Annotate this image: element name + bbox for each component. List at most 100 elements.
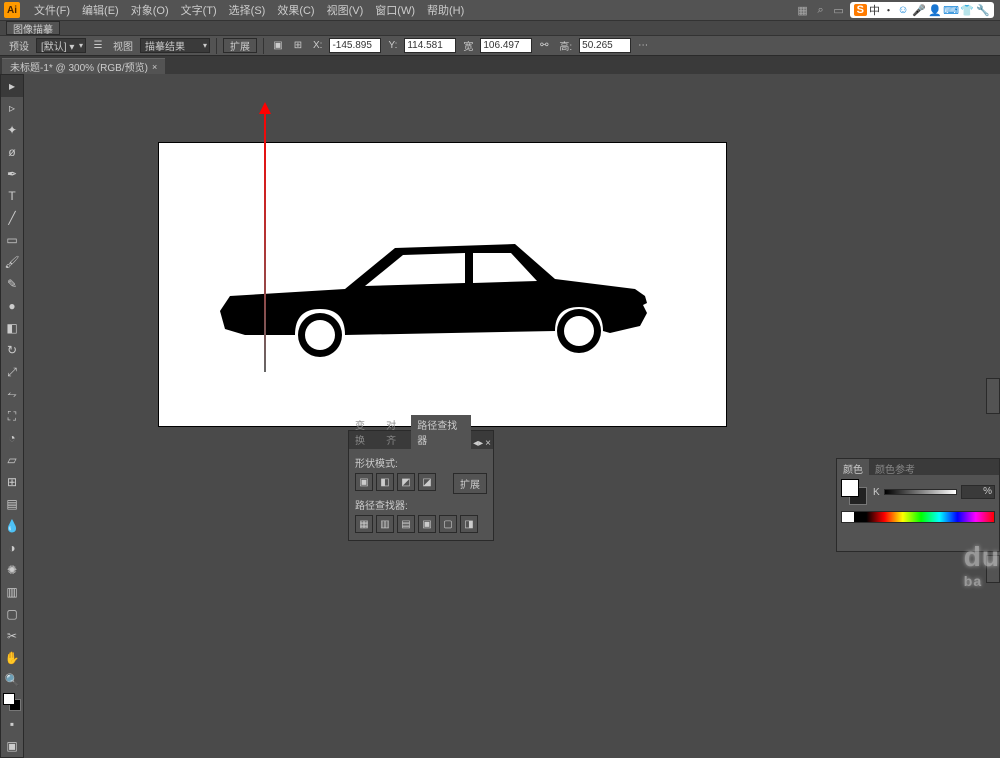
align-tab[interactable]: 对齐 — [380, 415, 411, 449]
document-tab[interactable]: 未标题-1* @ 300% (RGB/预览) × — [2, 58, 165, 74]
y-input[interactable]: 114.581 — [404, 38, 456, 53]
expand-button[interactable]: 扩展 — [223, 38, 257, 53]
image-trace-label[interactable]: 图像描摹 — [6, 21, 60, 35]
menu-effect[interactable]: 效果(C) — [271, 2, 320, 18]
blend-tool[interactable]: ◑ — [1, 537, 23, 559]
slice-tool[interactable]: ✂ — [1, 625, 23, 647]
eyedropper-tool[interactable]: 💧 — [1, 515, 23, 537]
fill-stroke-swatch[interactable] — [841, 479, 867, 505]
x-input[interactable]: -145.895 — [329, 38, 381, 53]
search-icon[interactable]: ⌕ — [814, 3, 828, 17]
artboard[interactable] — [159, 143, 726, 426]
close-icon[interactable]: × — [152, 62, 157, 72]
minus-back-icon[interactable]: ◨ — [460, 515, 478, 533]
menu-type[interactable]: 文字(T) — [175, 2, 223, 18]
ime-mode-label: 中 ‧ — [867, 2, 896, 18]
color-tab[interactable]: 颜色 — [837, 459, 869, 475]
artboard-tool[interactable]: ▢ — [1, 603, 23, 625]
blob-brush-tool[interactable]: ● — [1, 295, 23, 317]
layout-icon[interactable]: ▦ — [796, 3, 810, 17]
w-input[interactable]: 106.497 — [480, 38, 532, 53]
perspective-tool[interactable]: ▱ — [1, 449, 23, 471]
outline-icon[interactable]: ▢ — [439, 515, 457, 533]
line-tool[interactable]: ╱ — [1, 207, 23, 229]
menu-view[interactable]: 视图(V) — [321, 2, 370, 18]
paintbrush-tool[interactable]: 🖌 — [1, 251, 23, 273]
collapsed-palette-1[interactable] — [986, 378, 1000, 414]
scale-tool[interactable]: ⤢ — [1, 361, 23, 383]
ime-smile-icon[interactable]: ☺ — [896, 3, 910, 17]
menu-object[interactable]: 对象(O) — [125, 2, 175, 18]
menu-window[interactable]: 窗口(W) — [369, 2, 421, 18]
merge-icon[interactable]: ▤ — [397, 515, 415, 533]
fill-stroke-swatch[interactable] — [3, 693, 21, 711]
menu-select[interactable]: 选择(S) — [223, 2, 272, 18]
collapsed-palette-2[interactable] — [986, 555, 1000, 583]
shape-builder-tool[interactable]: ◔ — [1, 427, 23, 449]
lasso-tool[interactable]: ø — [1, 141, 23, 163]
transform-tab[interactable]: 变换 — [349, 415, 380, 449]
mesh-tool[interactable]: ⊞ — [1, 471, 23, 493]
trim-icon[interactable]: ▥ — [376, 515, 394, 533]
k-value-input[interactable]: % — [961, 485, 995, 499]
magic-wand-tool[interactable]: ✦ — [1, 119, 23, 141]
panel-collapse-icon[interactable]: ◂▸ — [473, 438, 483, 449]
color-mode-tool[interactable]: ▪ — [1, 713, 23, 735]
type-tool[interactable]: T — [1, 185, 23, 207]
zoom-tool[interactable]: 🔍 — [1, 669, 23, 691]
shape-modes-label: 形状模式: — [355, 455, 487, 470]
width-tool[interactable]: ⥊ — [1, 383, 23, 405]
pathfinder-panel[interactable]: 变换 对齐 路径查找器 ◂▸ × 形状模式: ▣ ◧ ◩ ◪ 扩展 路径查找器:… — [348, 430, 494, 541]
wh-icon[interactable]: 宽 — [460, 38, 476, 54]
ime-tool-icon[interactable]: 🔧 — [976, 3, 990, 17]
ime-user-icon[interactable]: 👤 — [928, 3, 942, 17]
unite-icon[interactable]: ▣ — [355, 473, 373, 491]
ime-keyboard-icon[interactable]: ⌨ — [944, 3, 958, 17]
exclude-icon[interactable]: ◪ — [418, 473, 436, 491]
symbol-sprayer-tool[interactable]: ✺ — [1, 559, 23, 581]
preset-dropdown[interactable]: [默认] ▾ — [36, 38, 86, 53]
selection-tool[interactable]: ▸ — [1, 75, 23, 97]
expand-shape-button[interactable]: 扩展 — [453, 473, 487, 494]
x-label: X: — [310, 40, 325, 51]
divide-icon[interactable]: ▦ — [355, 515, 373, 533]
screen-mode-tool[interactable]: ▣ — [1, 735, 23, 757]
pencil-tool[interactable]: ✎ — [1, 273, 23, 295]
menu-help[interactable]: 帮助(H) — [421, 2, 470, 18]
ime-mic-icon[interactable]: 🎤 — [912, 3, 926, 17]
pathfinder-tab[interactable]: 路径查找器 — [411, 415, 471, 449]
spectrum-strip[interactable] — [841, 511, 995, 523]
menu-file[interactable]: 文件(F) — [28, 2, 76, 18]
transform-icon[interactable]: ⊞ — [290, 38, 306, 54]
link-icon[interactable]: ⚯ — [536, 38, 552, 54]
ime-skin-icon[interactable]: 👕 — [960, 3, 974, 17]
color-guide-tab[interactable]: 颜色参考 — [869, 459, 921, 475]
rotate-tool[interactable]: ↻ — [1, 339, 23, 361]
k-slider[interactable] — [884, 489, 957, 495]
view-dropdown[interactable]: 描摹结果 — [140, 38, 210, 53]
ime-badge[interactable]: S 中 ‧ ☺ 🎤 👤 ⌨ 👕 🔧 — [850, 2, 994, 18]
mask-icon[interactable]: ▣ — [270, 38, 286, 54]
ime-logo-icon: S — [854, 4, 867, 16]
color-panel[interactable]: 颜色 颜色参考 K % — [836, 458, 1000, 552]
car-artwork[interactable] — [215, 241, 655, 371]
graph-tool[interactable]: ▥ — [1, 581, 23, 603]
hand-tool[interactable]: ✋ — [1, 647, 23, 669]
panel-close-icon[interactable]: × — [485, 438, 491, 449]
menu-edit[interactable]: 编辑(E) — [76, 2, 125, 18]
free-transform-tool[interactable]: ⛶ — [1, 405, 23, 427]
annotation-arrow — [264, 107, 266, 372]
more-icon[interactable]: ⋯ — [635, 38, 651, 54]
direct-selection-tool[interactable]: ▹ — [1, 97, 23, 119]
pen-tool[interactable]: ✒ — [1, 163, 23, 185]
eraser-tool[interactable]: ◧ — [1, 317, 23, 339]
arrange-icon[interactable]: ▭ — [832, 3, 846, 17]
trace-panel-icon[interactable]: ☰ — [90, 38, 106, 54]
options-bar: 预设 [默认] ▾ ☰ 视图 描摹结果 扩展 ▣ ⊞ X: -145.895 Y… — [0, 36, 1000, 56]
opacity-input[interactable]: 50.265 — [579, 38, 631, 53]
gradient-tool[interactable]: ▤ — [1, 493, 23, 515]
intersect-icon[interactable]: ◩ — [397, 473, 415, 491]
minus-front-icon[interactable]: ◧ — [376, 473, 394, 491]
crop-icon[interactable]: ▣ — [418, 515, 436, 533]
rectangle-tool[interactable]: ▭ — [1, 229, 23, 251]
